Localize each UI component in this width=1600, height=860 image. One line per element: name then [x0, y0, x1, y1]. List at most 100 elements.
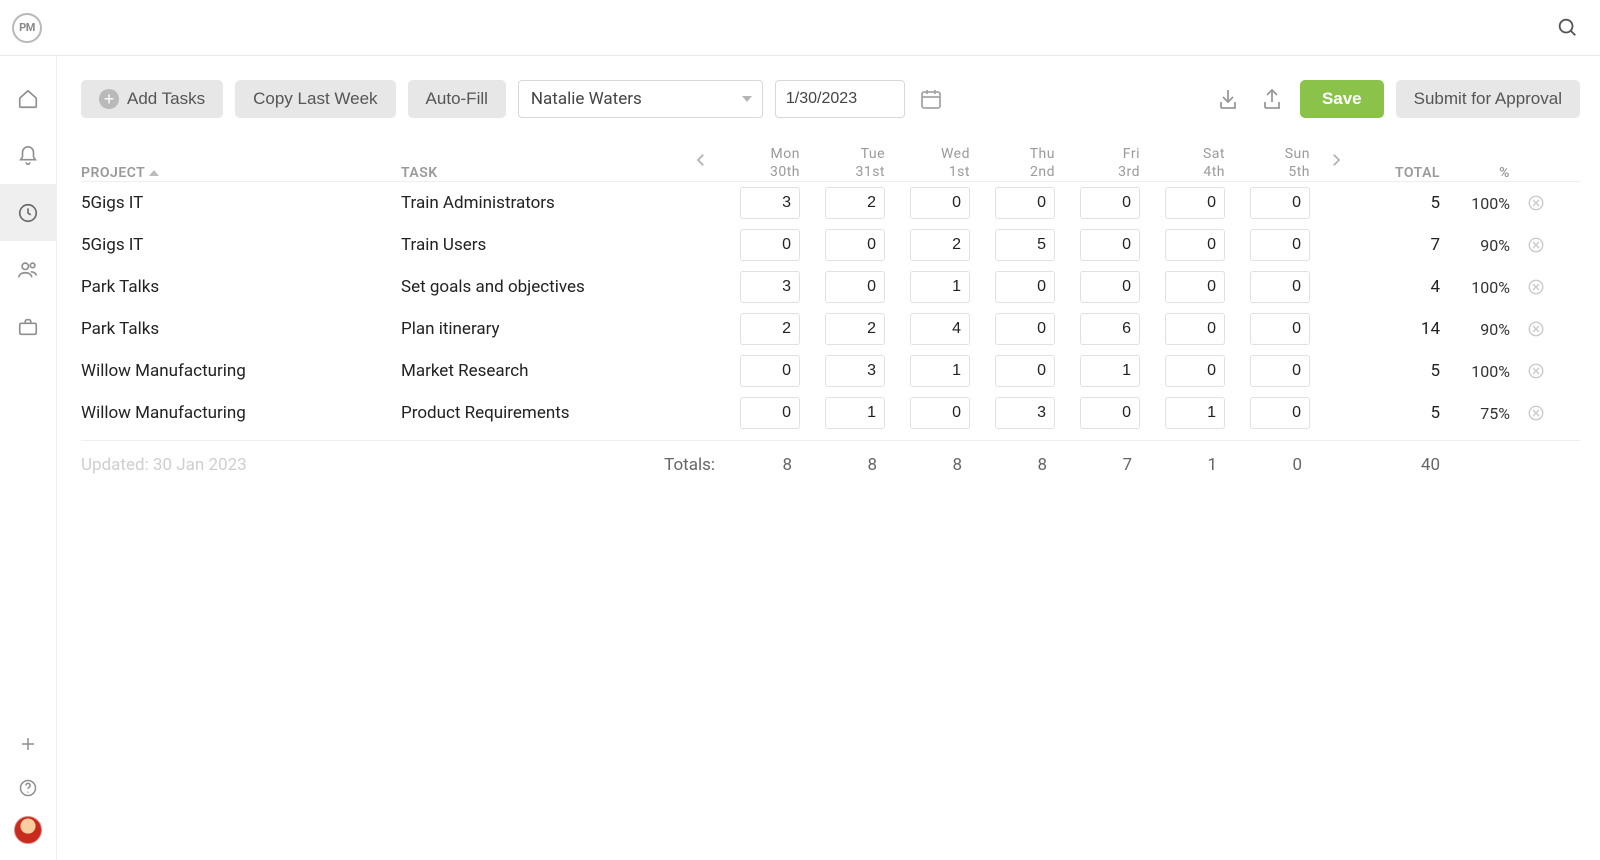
- hour-input[interactable]: [1080, 187, 1140, 219]
- hour-input[interactable]: [825, 271, 885, 303]
- header-day-sun: Sun5th: [1231, 146, 1316, 181]
- user-select-value: Natalie Waters: [531, 89, 642, 109]
- next-week-button[interactable]: [1316, 138, 1356, 181]
- hour-input[interactable]: [1165, 355, 1225, 387]
- hour-input[interactable]: [1165, 397, 1225, 429]
- hour-input[interactable]: [740, 313, 800, 345]
- hour-input[interactable]: [910, 271, 970, 303]
- delete-row-icon[interactable]: [1516, 236, 1556, 254]
- nav-add[interactable]: [0, 722, 57, 766]
- hour-input[interactable]: [1080, 229, 1140, 261]
- delete-row-icon[interactable]: [1516, 194, 1556, 212]
- hour-cell: [1061, 229, 1146, 261]
- hour-input[interactable]: [1250, 229, 1310, 261]
- hour-input[interactable]: [1250, 187, 1310, 219]
- hour-input[interactable]: [740, 355, 800, 387]
- hour-input[interactable]: [1080, 397, 1140, 429]
- hour-input[interactable]: [1080, 355, 1140, 387]
- delete-row-icon[interactable]: [1516, 320, 1556, 338]
- header-task[interactable]: TASK: [401, 165, 681, 181]
- hour-input[interactable]: [1165, 187, 1225, 219]
- hour-cell: [976, 313, 1061, 345]
- hour-input[interactable]: [995, 229, 1055, 261]
- header-day-mon: Mon30th: [721, 146, 806, 181]
- row-percent: 100%: [1446, 194, 1516, 213]
- search-icon[interactable]: [1556, 16, 1580, 40]
- hour-input[interactable]: [740, 229, 800, 261]
- hour-cell: [1146, 355, 1231, 387]
- nav-people[interactable]: [0, 241, 57, 298]
- table-row: 5Gigs ITTrain Administrators5100%: [81, 182, 1580, 224]
- hour-input[interactable]: [910, 313, 970, 345]
- hour-input[interactable]: [1250, 271, 1310, 303]
- user-select[interactable]: Natalie Waters: [518, 80, 763, 118]
- delete-row-icon[interactable]: [1516, 362, 1556, 380]
- hour-input[interactable]: [825, 229, 885, 261]
- hour-input[interactable]: [995, 187, 1055, 219]
- app-logo[interactable]: PM: [12, 13, 42, 43]
- hour-input[interactable]: [740, 397, 800, 429]
- export-icon[interactable]: [1256, 83, 1288, 115]
- toolbar: + Add Tasks Copy Last Week Auto-Fill Nat…: [81, 80, 1580, 118]
- table-row: Park TalksPlan itinerary1490%: [81, 308, 1580, 350]
- prev-week-button[interactable]: [681, 138, 721, 181]
- hour-input[interactable]: [910, 187, 970, 219]
- hour-input[interactable]: [910, 397, 970, 429]
- hour-input[interactable]: [1165, 229, 1225, 261]
- delete-row-icon[interactable]: [1516, 278, 1556, 296]
- hour-cell: [721, 271, 806, 303]
- header-project[interactable]: PROJECT: [81, 165, 401, 181]
- hour-input[interactable]: [1250, 355, 1310, 387]
- hour-input[interactable]: [1250, 397, 1310, 429]
- hour-input[interactable]: [740, 187, 800, 219]
- nav-help[interactable]: [0, 766, 57, 810]
- hour-input[interactable]: [910, 229, 970, 261]
- hour-input[interactable]: [825, 355, 885, 387]
- hour-input[interactable]: [825, 397, 885, 429]
- hour-input[interactable]: [1080, 313, 1140, 345]
- copy-last-week-label: Copy Last Week: [253, 89, 377, 109]
- hour-cell: [1231, 355, 1316, 387]
- hour-input[interactable]: [995, 355, 1055, 387]
- add-tasks-button[interactable]: + Add Tasks: [81, 80, 223, 118]
- hour-input[interactable]: [825, 313, 885, 345]
- date-input[interactable]: [775, 80, 905, 118]
- row-task: Train Administrators: [401, 193, 681, 213]
- submit-for-approval-button[interactable]: Submit for Approval: [1396, 80, 1580, 118]
- hour-cell: [721, 229, 806, 261]
- hour-input[interactable]: [910, 355, 970, 387]
- hour-input[interactable]: [995, 313, 1055, 345]
- hour-input[interactable]: [995, 271, 1055, 303]
- import-icon[interactable]: [1212, 83, 1244, 115]
- hour-input[interactable]: [995, 397, 1055, 429]
- nav-timesheet[interactable]: [0, 184, 57, 241]
- header-day-tue: Tue31st: [806, 146, 891, 181]
- hour-input[interactable]: [1165, 271, 1225, 303]
- nav-home[interactable]: [0, 70, 57, 127]
- hour-cell: [891, 229, 976, 261]
- row-task: Train Users: [401, 235, 681, 255]
- auto-fill-button[interactable]: Auto-Fill: [408, 80, 506, 118]
- copy-last-week-button[interactable]: Copy Last Week: [235, 80, 395, 118]
- delete-row-icon[interactable]: [1516, 404, 1556, 422]
- hour-input[interactable]: [1080, 271, 1140, 303]
- hour-input[interactable]: [825, 187, 885, 219]
- save-button[interactable]: Save: [1300, 80, 1384, 118]
- hour-cell: [976, 187, 1061, 219]
- updated-label: Updated: 30 Jan 2023: [81, 455, 401, 475]
- totals-label: Totals:: [401, 455, 721, 475]
- row-project: Park Talks: [81, 277, 401, 297]
- hour-input[interactable]: [1165, 313, 1225, 345]
- hour-input[interactable]: [1250, 313, 1310, 345]
- total-day-3: 8: [976, 455, 1061, 475]
- hour-cell: [806, 313, 891, 345]
- hour-input[interactable]: [740, 271, 800, 303]
- hour-cell: [806, 397, 891, 429]
- table-row: 5Gigs ITTrain Users790%: [81, 224, 1580, 266]
- nav-briefcase[interactable]: [0, 298, 57, 355]
- header-day-fri: Fri3rd: [1061, 146, 1146, 181]
- nav-notifications[interactable]: [0, 127, 57, 184]
- calendar-icon[interactable]: [917, 85, 945, 113]
- user-avatar[interactable]: [14, 816, 42, 844]
- hour-cell: [891, 313, 976, 345]
